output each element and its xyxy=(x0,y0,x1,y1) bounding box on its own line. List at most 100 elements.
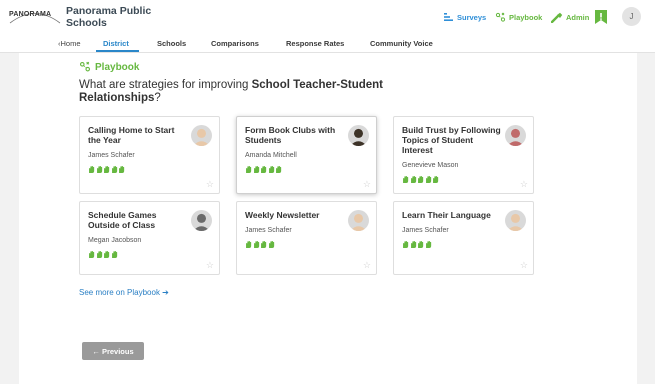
raised-hand-icon xyxy=(246,166,252,173)
card-author: James Schafer xyxy=(402,227,449,234)
nav-surveys[interactable]: Surveys xyxy=(444,10,486,24)
card-author: Megan Jacobson xyxy=(88,237,142,244)
district-name: Panorama Public Schools xyxy=(66,5,152,29)
see-more-playbook-link[interactable]: See more on Playbook ➔ xyxy=(79,288,169,297)
favorite-star-icon[interactable]: ☆ xyxy=(206,261,214,270)
author-avatar xyxy=(191,210,212,231)
strategy-card[interactable]: Weekly Newsletter James Schafer ☆ xyxy=(236,201,377,275)
user-avatar[interactable]: J xyxy=(622,7,641,26)
person-portrait-icon xyxy=(191,125,212,146)
subnav-tab-community-voice[interactable]: Community Voice xyxy=(370,39,433,48)
raised-hand-icon xyxy=(246,241,252,248)
raised-hand-icon xyxy=(268,166,274,173)
raised-hand-icon xyxy=(111,166,117,173)
previous-button[interactable]: ← Previous xyxy=(82,342,144,360)
card-title: Calling Home to Start the Year xyxy=(88,125,175,145)
favorite-star-icon[interactable]: ☆ xyxy=(206,180,214,189)
question-suffix: ? xyxy=(154,91,161,104)
subnav-tab-district[interactable]: District xyxy=(103,39,129,48)
raised-hand-icon xyxy=(425,241,431,248)
raised-hand-icon xyxy=(253,241,259,248)
logo-text: PANORAMA xyxy=(9,11,52,18)
raised-hand-icon xyxy=(268,241,274,248)
raised-hand-icon xyxy=(96,251,102,258)
playbook-icon xyxy=(79,61,91,72)
strategy-question: What are strategies for improving School… xyxy=(79,79,409,104)
raised-hand-icon xyxy=(403,176,409,183)
raised-hand-icon xyxy=(253,166,259,173)
author-avatar xyxy=(505,125,526,146)
nav-surveys-label: Surveys xyxy=(457,12,487,22)
card-rating xyxy=(402,176,440,183)
card-rating xyxy=(402,241,432,248)
subnav-tab-schools[interactable]: Schools xyxy=(157,39,186,48)
subnav-tab-comparisons[interactable]: Comparisons xyxy=(211,39,259,48)
card-title: Learn Their Language xyxy=(402,210,491,220)
raised-hand-icon xyxy=(403,241,409,248)
raised-hand-icon xyxy=(433,176,439,183)
nav-admin[interactable]: Admin xyxy=(551,10,589,24)
card-title: Form Book Clubs with Students xyxy=(245,125,336,145)
subnav-home[interactable]: ‹Home xyxy=(58,39,81,48)
person-portrait-icon xyxy=(348,210,369,231)
playbook-icon xyxy=(495,12,506,22)
strategy-card[interactable]: Form Book Clubs with Students Amanda Mit… xyxy=(236,116,377,194)
admin-wrench-icon xyxy=(551,12,563,23)
raised-hand-icon xyxy=(425,176,431,183)
raised-hand-icon xyxy=(261,166,267,173)
nav-admin-label: Admin xyxy=(566,12,590,22)
active-tab-underline xyxy=(96,50,139,52)
raised-hand-icon xyxy=(104,166,110,173)
panorama-logo[interactable]: PANORAMA xyxy=(7,9,61,24)
raised-hand-icon xyxy=(89,251,95,258)
card-author: Amanda Mitchell xyxy=(245,152,297,159)
raised-hand-icon xyxy=(104,251,110,258)
favorite-star-icon[interactable]: ☆ xyxy=(520,261,528,270)
raised-hand-icon xyxy=(410,241,416,248)
favorite-star-icon[interactable]: ☆ xyxy=(520,180,528,189)
strategy-card[interactable]: Build Trust by Following Topics of Stude… xyxy=(393,116,534,194)
card-rating xyxy=(245,166,283,173)
favorite-star-icon[interactable]: ☆ xyxy=(363,261,371,270)
nav-playbook-label: Playbook xyxy=(509,12,543,22)
top-bar: PANORAMA Panorama Public Schools Surveys… xyxy=(0,0,655,34)
subnav-tab-response-rates[interactable]: Response Rates xyxy=(286,39,344,48)
card-title: Schedule Games Outside of Class xyxy=(88,210,157,230)
raised-hand-icon xyxy=(418,176,424,183)
raised-hand-icon xyxy=(89,166,95,173)
surveys-icon xyxy=(444,13,453,21)
playbook-heading-label: Playbook xyxy=(95,61,140,73)
flag-icon xyxy=(595,10,607,24)
card-author: James Schafer xyxy=(88,152,135,159)
subnav-home-label: Home xyxy=(60,39,81,48)
person-portrait-icon xyxy=(505,125,526,146)
raised-hand-icon xyxy=(410,176,416,183)
raised-hand-icon xyxy=(276,166,282,173)
raised-hand-icon xyxy=(96,166,102,173)
question-prefix: What are strategies for improving xyxy=(79,79,252,91)
playbook-heading: Playbook xyxy=(79,60,139,74)
card-title: Weekly Newsletter xyxy=(245,210,320,220)
favorite-star-icon[interactable]: ☆ xyxy=(363,180,371,189)
author-avatar xyxy=(191,125,212,146)
raised-hand-icon xyxy=(111,251,117,258)
strategy-card[interactable]: Calling Home to Start the Year James Sch… xyxy=(79,116,220,194)
card-title: Build Trust by Following Topics of Stude… xyxy=(402,125,501,155)
card-rating xyxy=(88,166,126,173)
author-avatar xyxy=(348,125,369,146)
author-avatar xyxy=(348,210,369,231)
person-portrait-icon xyxy=(505,210,526,231)
nav-playbook[interactable]: Playbook xyxy=(495,10,542,24)
strategy-card[interactable]: Learn Their Language James Schafer ☆ xyxy=(393,201,534,275)
raised-hand-icon xyxy=(418,241,424,248)
card-rating xyxy=(245,241,275,248)
sub-navigation: ‹Home District Schools Comparisons Respo… xyxy=(0,34,655,53)
raised-hand-icon xyxy=(261,241,267,248)
notifications-flag[interactable] xyxy=(594,10,608,24)
strategy-card[interactable]: Schedule Games Outside of Class Megan Ja… xyxy=(79,201,220,275)
person-portrait-icon xyxy=(348,125,369,146)
card-author: James Schafer xyxy=(245,227,292,234)
raised-hand-icon xyxy=(119,166,125,173)
card-rating xyxy=(88,251,118,258)
person-portrait-icon xyxy=(191,210,212,231)
